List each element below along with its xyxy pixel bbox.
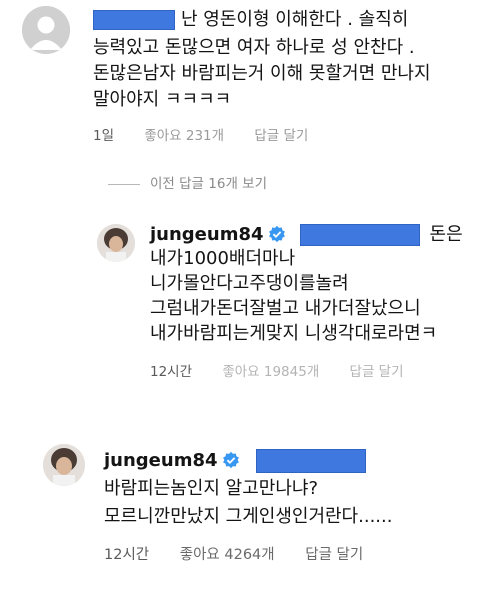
user-avatar-photo bbox=[97, 224, 135, 262]
reply-1: jungeum84 돈은 내가1000배더마나 니가몰안다고주댕이를놀려 그럼내가… bbox=[0, 210, 481, 380]
redacted-username bbox=[93, 10, 175, 30]
default-avatar-icon[interactable] bbox=[22, 6, 70, 54]
comment-1-time: 1일 bbox=[93, 128, 115, 144]
reply-1-line-3: 니가몰안다고주댕이를놀려 bbox=[150, 273, 349, 294]
reply-1-line-1: jungeum84 돈은 bbox=[150, 224, 463, 246]
user-avatar[interactable] bbox=[97, 224, 135, 262]
comment-1-line-1-text: 난 영돈이형 이해한다 . 솔직히 bbox=[181, 9, 409, 30]
verified-badge-icon bbox=[222, 451, 239, 469]
reply-1-likes[interactable]: 좋아요 19845개 bbox=[222, 360, 319, 380]
redacted-mention bbox=[299, 224, 420, 246]
reply-2-line-2: 바람피는놈인지 알고만나냐? bbox=[104, 478, 318, 499]
reply-2-line-1: jungeum84 bbox=[104, 449, 366, 473]
default-avatar-svg bbox=[22, 6, 70, 54]
comment-1-likes[interactable]: 좋아요 231개 bbox=[144, 124, 224, 144]
comment-1-line-3: 돈많은남자 바람피는거 이해 못할거면 만나지 bbox=[93, 63, 431, 84]
comment-1: 난 영돈이형 이해한다 . 솔직히 능력있고 돈많으면 여자 하나로 성 안찬다… bbox=[0, 0, 481, 150]
view-previous-replies-label: 이전 답글 16개 보기 bbox=[150, 176, 267, 192]
comment-1-line-1: 난 영돈이형 이해한다 . 솔직히 bbox=[93, 9, 408, 31]
user-avatar[interactable] bbox=[43, 444, 85, 486]
reply-1-time: 12시간 bbox=[150, 364, 193, 380]
reply-1-line-2: 내가1000배더마나 bbox=[150, 248, 296, 269]
reply-2-reply-button[interactable]: 답글 달기 bbox=[305, 543, 363, 564]
reply-2-likes[interactable]: 좋아요 4264개 bbox=[180, 543, 275, 564]
reply-2-meta: 12시간 좋아요 4264개 답글 달기 bbox=[104, 543, 389, 564]
reply-2-username[interactable]: jungeum84 bbox=[104, 450, 218, 471]
reply-1-username[interactable]: jungeum84 bbox=[150, 224, 264, 245]
comment-1-line-4: 말아야지 ㅋㅋㅋㅋ bbox=[93, 89, 232, 110]
reply-1-meta: 12시간 좋아요 19845개 답글 달기 bbox=[150, 360, 430, 380]
comment-1-reply-button[interactable]: 답글 달기 bbox=[254, 124, 308, 144]
reply-1-line-1-text: 돈은 bbox=[429, 224, 463, 245]
divider-line bbox=[108, 183, 140, 185]
reply-1-line-5: 내가바람피는게맞지 니생각대로라면ㅋ bbox=[150, 323, 438, 344]
reply-2: jungeum84 바람피는놈인지 알고만나냐? 모르니깐만났지 그게인생인거란… bbox=[0, 430, 481, 590]
comment-1-meta: 1일 좋아요 231개 답글 달기 bbox=[93, 124, 334, 144]
reply-1-line-4: 그럼내가돈더잘벌고 내가더잘났으니 bbox=[150, 298, 421, 319]
reply-1-reply-button[interactable]: 답글 달기 bbox=[350, 360, 404, 380]
view-previous-replies[interactable]: 이전 답글 16개 보기 bbox=[108, 172, 267, 192]
reply-2-time: 12시간 bbox=[104, 547, 150, 563]
reply-2-line-3: 모르니깐만났지 그게인생인거란다...... bbox=[104, 506, 393, 527]
verified-badge-icon bbox=[268, 225, 285, 243]
redacted-mention bbox=[255, 449, 366, 473]
user-avatar-photo bbox=[43, 444, 85, 486]
comment-1-line-2: 능력있고 돈많으면 여자 하나로 성 안찬다 . bbox=[93, 37, 415, 58]
